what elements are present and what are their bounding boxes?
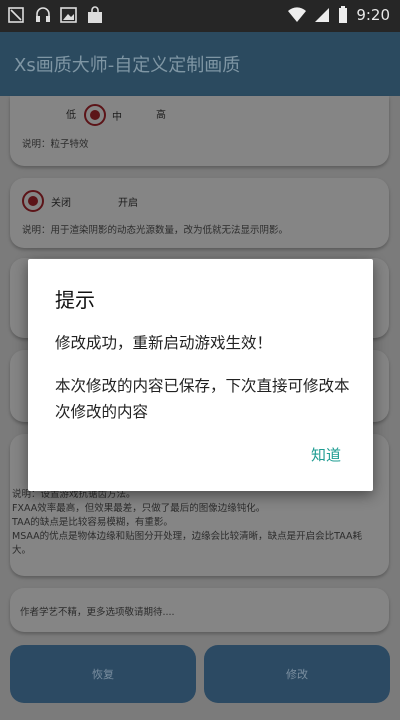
radio-medium[interactable] — [84, 104, 106, 126]
dialog-title: 提示 — [55, 288, 95, 312]
app-bar: Xs画质大师-自定义定制画质 — [0, 32, 400, 96]
shadow-description: 说明：用于渲染阴影的动态光源数量，改为低就无法显示阴影。 — [22, 225, 289, 236]
status-bar: 9:20 — [0, 0, 400, 32]
radio-high[interactable] — [142, 107, 156, 121]
particle-description: 说明：粒子特效 — [22, 139, 89, 150]
aa-line: FXAA效率最高，但效果最差，只做了最后的图像边缘钝化。 — [12, 503, 266, 514]
headset-icon — [36, 7, 50, 22]
option-high: 高 — [156, 110, 166, 121]
option-low: 低 — [66, 110, 76, 121]
dialog-message-saved: 本次修改的内容已保存，下次直接可修改本次修改的内容 — [55, 377, 350, 421]
option-medium: 中 — [112, 111, 122, 123]
radio-on[interactable] — [104, 195, 118, 209]
author-note-card: 作者学艺不精，更多选项敬请期待.... — [10, 588, 389, 632]
dialog-message-success: 修改成功，重新启动游戏生效！ — [55, 334, 273, 352]
radio-off[interactable] — [22, 190, 44, 212]
status-time: 9:20 — [356, 6, 390, 24]
image-icon — [60, 7, 77, 23]
restore-button[interactable]: 恢复 — [10, 645, 196, 703]
battery-icon — [339, 6, 348, 23]
bag-icon — [88, 6, 102, 23]
option-on: 开启 — [118, 198, 138, 209]
radio-low[interactable] — [52, 107, 66, 121]
signal-icon — [315, 8, 330, 22]
aa-line: TAA的缺点是比较容易模糊，有重影。 — [12, 517, 173, 528]
app-title: Xs画质大师-自定义定制画质 — [14, 55, 241, 76]
wifi-icon — [288, 7, 307, 23]
modify-button[interactable]: 修改 — [204, 645, 390, 703]
alert-dialog: 提示 修改成功，重新启动游戏生效！ 本次修改的内容已保存，下次直接可修改本次修改… — [28, 259, 373, 491]
particle-quality-card: 低 中 高 说明：粒子特效 — [10, 96, 389, 166]
anti-aliasing-description: 说明：设置游戏抗锯齿方法。 FXAA效率最高，但效果最差，只做了最后的图像边缘钝… — [12, 488, 378, 558]
option-off: 关闭 — [51, 197, 71, 209]
debug-icon — [8, 7, 24, 23]
author-note: 作者学艺不精，更多选项敬请期待.... — [20, 607, 175, 618]
aa-line: MSAA的优点是物体边缘和贴图分开处理，边缘会比较清晰，缺点是开启会比TAA耗大… — [12, 531, 362, 556]
dialog-ok-button[interactable]: 知道 — [311, 444, 341, 465]
shadow-toggle-card: 关闭 开启 说明：用于渲染阴影的动态光源数量，改为低就无法显示阴影。 — [10, 178, 389, 248]
